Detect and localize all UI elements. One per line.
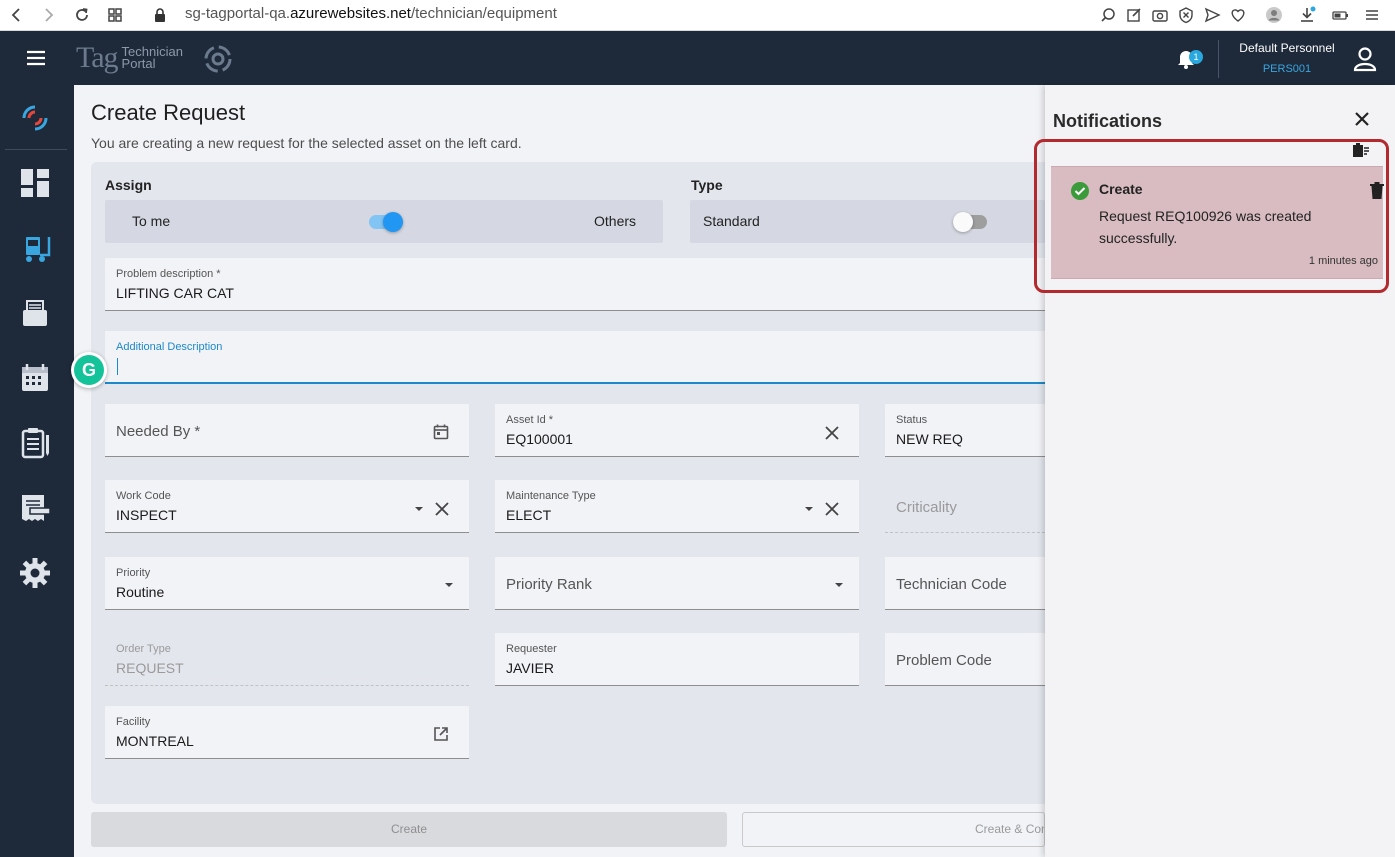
asset-id-field[interactable]: Asset Id * EQ100001 <box>495 404 859 457</box>
assign-to-me-label: To me <box>132 213 171 229</box>
brand-emblem-icon <box>200 41 236 77</box>
clear-work-code-icon[interactable] <box>433 500 451 518</box>
open-external-icon[interactable] <box>432 725 450 743</box>
page-title: Create Request <box>91 100 246 125</box>
sidebar <box>0 85 74 857</box>
status-field: Status NEW REQ <box>885 404 1045 457</box>
maintenance-type-field[interactable]: Maintenance Type ELECT <box>495 480 859 533</box>
criticality-field: Criticality <box>885 480 1045 533</box>
grammarly-icon[interactable]: G <box>71 352 107 388</box>
address-bar[interactable]: sg-tagportal-qa.azurewebsites.net/techni… <box>185 5 557 22</box>
app-header: Tag Technician Portal 1 Default Personnel… <box>0 31 1395 85</box>
problem-description-field[interactable]: Problem description * LIFTING CAR CAT <box>105 258 1045 311</box>
notification-highlight-box <box>1034 139 1389 293</box>
block-icon[interactable] <box>1175 4 1197 26</box>
user-name: Default Personnel <box>1239 41 1335 55</box>
back-icon[interactable] <box>6 4 28 26</box>
maintenance-type-dropdown-icon[interactable] <box>800 500 818 518</box>
profile-avatar-icon[interactable] <box>1263 4 1285 26</box>
sidebar-item-calendar-icon[interactable] <box>15 358 55 398</box>
menu-lines-icon[interactable] <box>1361 4 1383 26</box>
brand-logo: Tag Technician Portal <box>76 41 183 74</box>
priority-dropdown-icon[interactable] <box>440 576 458 594</box>
user-account-icon[interactable] <box>1351 45 1379 73</box>
close-icon[interactable] <box>1351 108 1373 130</box>
user-code: PERS001 <box>1262 63 1312 75</box>
sidebar-item-equipment-icon[interactable] <box>15 228 55 268</box>
sidebar-item-checklist-icon[interactable] <box>15 423 55 463</box>
battery-icon <box>1329 4 1351 26</box>
assign-toggle-row[interactable]: To me Others <box>105 200 663 243</box>
create-button[interactable]: Create <box>91 812 727 847</box>
type-standard-label: Standard <box>703 213 760 229</box>
notification-count-badge: 1 <box>1189 50 1203 64</box>
work-code-field[interactable]: Work Code INSPECT <box>105 480 469 533</box>
facility-field[interactable]: Facility MONTREAL <box>105 706 469 759</box>
send-icon[interactable] <box>1201 4 1223 26</box>
tabs-grid-icon[interactable] <box>104 4 126 26</box>
needed-by-field[interactable]: Needed By * <box>105 404 469 457</box>
edit-icon[interactable] <box>1123 4 1145 26</box>
notifications-title: Notifications <box>1053 111 1163 131</box>
create-and-continue-button[interactable]: Create & Con <box>742 812 1045 847</box>
calendar-picker-icon[interactable] <box>432 423 450 441</box>
download-icon[interactable] <box>1296 4 1318 26</box>
sidebar-separator <box>5 149 67 150</box>
clear-maintenance-type-icon[interactable] <box>823 500 841 518</box>
sidebar-item-inbox-icon[interactable] <box>15 293 55 333</box>
request-form-card: Assign To me Others Type Standard Proble… <box>91 162 1091 804</box>
assign-label: Assign <box>105 177 152 193</box>
sidebar-item-reports-icon[interactable] <box>15 488 55 528</box>
search-icon[interactable] <box>1097 4 1119 26</box>
assign-toggle-switch[interactable] <box>369 212 403 232</box>
type-toggle-row[interactable]: Standard <box>690 200 1045 243</box>
lock-icon <box>149 4 171 26</box>
sidebar-home-logo-icon[interactable] <box>15 98 55 138</box>
browser-toolbar: sg-tagportal-qa.azurewebsites.net/techni… <box>0 0 1395 31</box>
technician-code-field[interactable]: Technician Code <box>885 557 1045 610</box>
priority-rank-field[interactable]: Priority Rank <box>495 557 859 610</box>
camera-icon[interactable] <box>1149 4 1171 26</box>
assign-others-label: Others <box>594 213 637 229</box>
type-toggle-switch[interactable] <box>953 212 987 232</box>
page-subtitle: You are creating a new request for the s… <box>91 135 522 151</box>
work-code-dropdown-icon[interactable] <box>410 500 428 518</box>
forward-icon[interactable] <box>37 4 59 26</box>
requester-field[interactable]: Requester JAVIER <box>495 633 859 686</box>
priority-field[interactable]: Priority Routine <box>105 557 469 610</box>
type-label: Type <box>691 177 723 193</box>
order-type-field: Order Type REQUEST <box>105 633 469 686</box>
sidebar-item-dashboard-icon[interactable] <box>15 163 55 203</box>
hamburger-menu-icon[interactable] <box>24 48 48 68</box>
clear-asset-icon[interactable] <box>823 424 841 442</box>
reload-icon[interactable] <box>71 4 93 26</box>
additional-description-field[interactable]: Additional Description <box>105 331 1045 384</box>
heart-icon[interactable] <box>1227 4 1249 26</box>
header-divider <box>1218 40 1219 78</box>
priority-rank-dropdown-icon[interactable] <box>830 576 848 594</box>
problem-code-field[interactable]: Problem Code <box>885 633 1045 686</box>
sidebar-item-settings-icon[interactable] <box>15 553 55 593</box>
